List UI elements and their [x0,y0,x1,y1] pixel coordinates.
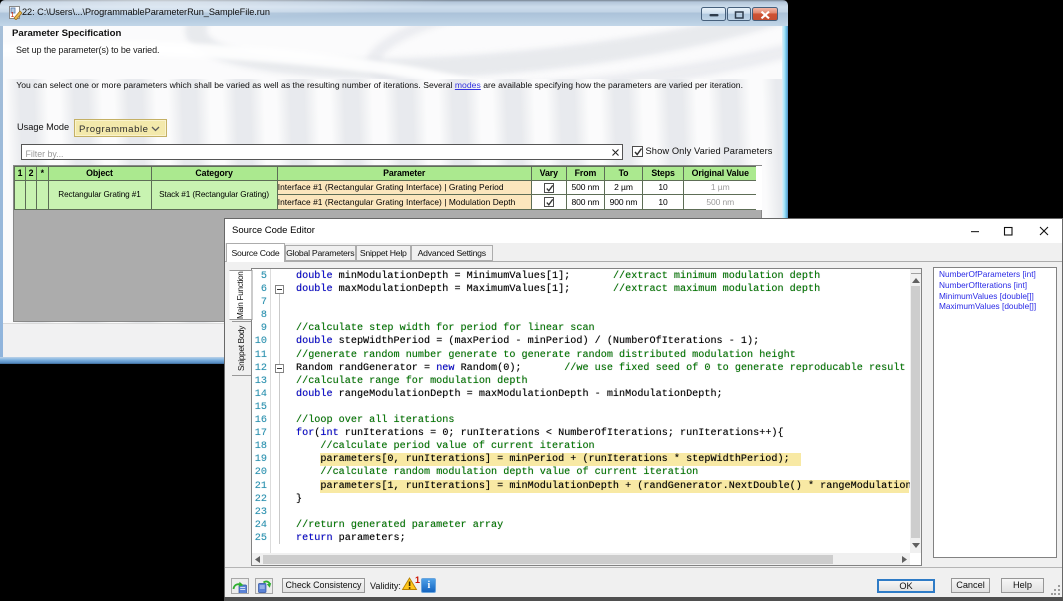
svg-text:1: 1 [415,575,420,585]
svg-text:1: 1 [11,12,15,19]
